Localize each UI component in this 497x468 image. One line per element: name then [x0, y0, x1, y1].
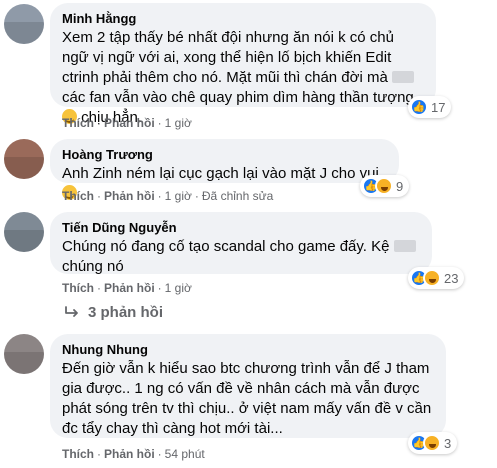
like-action[interactable]: Thích	[62, 281, 94, 295]
like-action[interactable]: Thích	[62, 447, 94, 461]
reply-arrow-icon	[65, 305, 78, 317]
comment-bubble: Hoàng Trương Anh Zinh ném lại cục gạch l…	[50, 139, 399, 200]
comment-time[interactable]: 54 phút	[165, 447, 205, 461]
blurred-word	[393, 240, 416, 252]
haha-reaction-icon	[375, 177, 393, 195]
comment-author[interactable]: Nhung Nhung	[62, 341, 434, 358]
reply-action[interactable]: Phản hồi	[104, 189, 155, 203]
reply-action[interactable]: Phản hồi	[104, 447, 155, 461]
comment-time[interactable]: 1 giờ	[165, 189, 192, 203]
comment-author[interactable]: Minh Hằngg	[62, 10, 424, 27]
reply-action[interactable]: Phản hồi	[104, 116, 155, 130]
avatar[interactable]	[4, 139, 44, 179]
comment-author[interactable]: Tiến Dũng Nguyễn	[62, 219, 420, 236]
comment-text: Đến giờ vẫn k hiểu sao btc chương trình …	[62, 360, 432, 437]
like-action[interactable]: Thích	[62, 116, 94, 130]
avatar[interactable]	[4, 4, 44, 44]
like-reaction-icon: 👍	[410, 98, 428, 116]
comment-text: Xem 2 tập thấy bé nhất đội nhưng ăn nói …	[62, 29, 414, 126]
haha-reaction-icon	[423, 434, 441, 452]
comment-actions: Thích · Phản hồi · 1 giờ	[62, 116, 192, 130]
avatar[interactable]	[4, 212, 44, 252]
comment-actions: Thích · Phản hồi · 1 giờ · Đã chỉnh sửa	[62, 189, 274, 203]
reaction-summary[interactable]: 👍 3	[408, 432, 458, 454]
comment-time[interactable]: 1 giờ	[165, 116, 192, 130]
blurred-word	[392, 71, 414, 83]
haha-reaction-icon	[423, 269, 441, 287]
reaction-summary[interactable]: 👍 17	[408, 96, 452, 118]
like-action[interactable]: Thích	[62, 189, 94, 203]
comment-actions: Thích · Phản hồi · 54 phút	[62, 447, 205, 461]
comment-bubble: Minh Hằngg Xem 2 tập thấy bé nhất đội nh…	[50, 3, 436, 126]
comment-author[interactable]: Hoàng Trương	[62, 146, 387, 163]
comment-bubble: Nhung Nhung Đến giờ vẫn k hiểu sao btc c…	[50, 334, 446, 438]
avatar[interactable]	[4, 334, 44, 374]
comment-time[interactable]: 1 giờ	[165, 281, 192, 295]
comment-text: Chúng nó đang cố tạo scandal cho game đấ…	[62, 237, 422, 277]
edited-label[interactable]: Đã chỉnh sửa	[202, 189, 273, 203]
view-replies-link[interactable]: 3 phản hồi	[64, 304, 163, 321]
comment-actions: Thích · Phản hồi · 1 giờ	[62, 281, 192, 295]
reaction-summary[interactable]: 👍 23	[408, 267, 465, 289]
reaction-summary[interactable]: 👍 9	[360, 175, 410, 197]
reply-action[interactable]: Phản hồi	[104, 281, 155, 295]
comment-bubble: Tiến Dũng Nguyễn Chúng nó đang cố tạo sc…	[50, 212, 432, 277]
